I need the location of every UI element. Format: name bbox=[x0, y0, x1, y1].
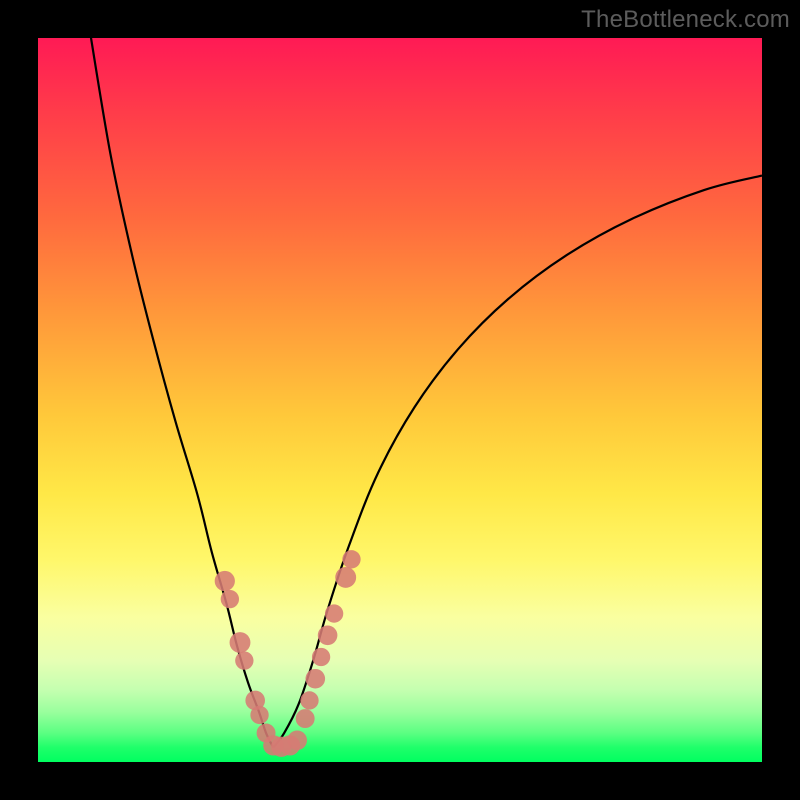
right-branch-curve bbox=[273, 176, 762, 748]
data-marker bbox=[221, 590, 239, 608]
data-marker bbox=[305, 669, 325, 689]
data-marker bbox=[318, 626, 338, 646]
plot-area bbox=[38, 38, 762, 762]
watermark-text: TheBottleneck.com bbox=[581, 6, 790, 34]
data-marker bbox=[230, 632, 251, 653]
data-marker bbox=[342, 550, 360, 568]
data-marker bbox=[215, 571, 235, 591]
chart-svg bbox=[38, 38, 762, 762]
outer-frame: TheBottleneck.com bbox=[0, 0, 800, 800]
data-marker bbox=[287, 730, 307, 750]
data-marker bbox=[296, 709, 315, 728]
data-marker bbox=[325, 604, 343, 622]
data-marker bbox=[250, 706, 268, 724]
data-marker bbox=[300, 691, 318, 709]
data-marker bbox=[312, 648, 330, 666]
data-marker bbox=[335, 567, 356, 588]
data-marker bbox=[235, 651, 253, 669]
